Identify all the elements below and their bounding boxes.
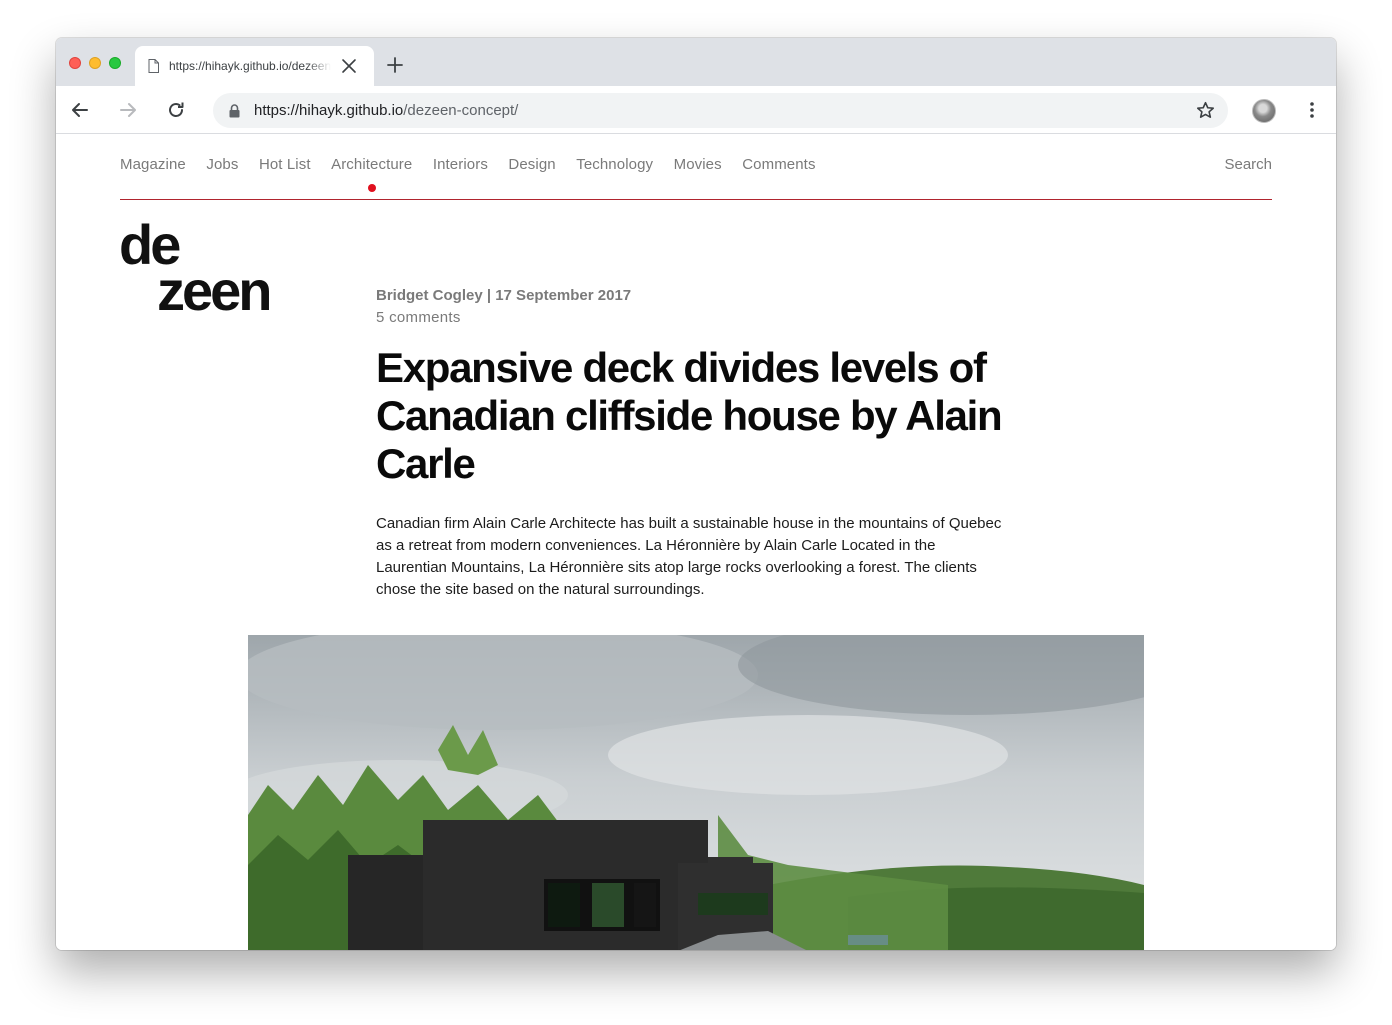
forward-arrow-icon[interactable] [118,100,138,120]
lock-icon [229,103,240,117]
nav-item-technology[interactable]: Technology [576,156,653,173]
site-navigation: Magazine Jobs Hot List Architecture Inte… [120,135,1272,200]
hero-image [248,635,1144,950]
tab-strip: https://hihayk.github.io/dezeen-concept/ [56,38,1336,86]
url-text: https://hihayk.github.io/dezeen-concept/ [254,102,518,119]
document-icon [148,59,159,73]
browser-tab[interactable]: https://hihayk.github.io/dezeen-concept/ [135,46,374,86]
url-host: https://hihayk.github.io [254,102,404,119]
nav-item-movies[interactable]: Movies [674,156,722,173]
maximize-window-button[interactable] [109,57,121,69]
article-intro: Canadian firm Alain Carle Architecte has… [376,515,1002,598]
nav-item-jobs[interactable]: Jobs [206,156,238,173]
browser-toolbar: https://hihayk.github.io/dezeen-concept/ [56,86,1336,134]
new-tab-icon[interactable] [387,57,403,73]
logo-bottom: zeen [157,259,272,322]
reload-icon[interactable] [166,100,186,120]
bookmark-star-icon[interactable] [1196,101,1215,120]
back-arrow-icon[interactable] [70,100,90,120]
tab-title: https://hihayk.github.io/dezeen-concept/ [169,59,331,73]
profile-avatar[interactable] [1252,99,1276,123]
article-headline: Expansive deck divides levels of Canadia… [376,344,1003,487]
web-page: Magazine Jobs Hot List Architecture Inte… [56,135,1336,950]
address-bar[interactable]: https://hihayk.github.io/dezeen-concept/ [213,93,1228,128]
article-byline[interactable]: Bridget Cogley | 17 September 2017 [376,287,631,304]
nav-item-comments[interactable]: Comments [742,156,815,173]
more-menu-icon[interactable] [1302,100,1322,120]
url-path: /dezeen-concept/ [403,102,519,119]
nav-item-design[interactable]: Design [508,156,555,173]
close-window-button[interactable] [69,57,81,69]
search-link[interactable]: Search [1224,156,1272,173]
nav-item-magazine[interactable]: Magazine [120,156,186,173]
minimize-window-button[interactable] [89,57,101,69]
nav-item-hot-list[interactable]: Hot List [259,156,311,173]
nav-list: Magazine Jobs Hot List Architecture Inte… [120,156,836,192]
browser-window: https://hihayk.github.io/dezeen-concept/… [56,38,1336,950]
nav-item-interiors[interactable]: Interiors [433,156,488,173]
close-tab-icon[interactable] [341,58,357,74]
nav-item-architecture[interactable]: Architecture [331,156,412,192]
comments-link[interactable]: 5 comments [376,309,461,326]
dezeen-logo[interactable]: de zeen [119,217,304,327]
